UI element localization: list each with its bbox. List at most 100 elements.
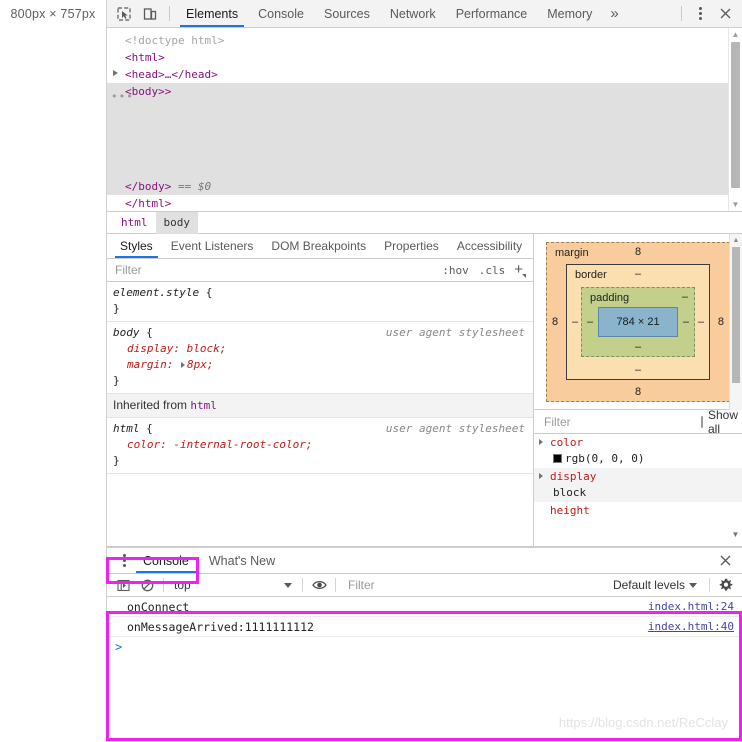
- style-rule-selector[interactable]: element.style: [113, 286, 199, 299]
- node-badge-icon[interactable]: •••: [111, 88, 134, 105]
- styles-filter-input[interactable]: [113, 262, 438, 278]
- margin-bottom-value[interactable]: 8: [635, 386, 641, 398]
- style-prop-value[interactable]: 8px: [187, 358, 207, 371]
- console-sidebar-icon[interactable]: [111, 575, 135, 596]
- head-collapsed-tag: <head>…</head>: [125, 68, 218, 81]
- padding-top-value[interactable]: –: [682, 291, 688, 303]
- border-bottom-value[interactable]: –: [635, 364, 641, 376]
- console-message[interactable]: onMessageArrived:1111111112 index.html:4…: [107, 617, 742, 637]
- console-message-source[interactable]: index.html:24: [648, 600, 734, 613]
- settings-gear-icon[interactable]: [714, 575, 738, 596]
- dom-line-html-open[interactable]: <html>: [107, 49, 728, 66]
- inherited-source[interactable]: html: [190, 399, 217, 412]
- tab-styles[interactable]: Styles: [111, 234, 162, 258]
- scrollbar-thumb[interactable]: [732, 247, 740, 383]
- hov-toggle-button[interactable]: :hov: [437, 264, 474, 277]
- tab-console[interactable]: Console: [248, 0, 314, 27]
- scroll-down-arrow-icon[interactable]: ▼: [729, 198, 742, 211]
- style-rule-selector[interactable]: body: [113, 326, 140, 339]
- more-options-icon[interactable]: [688, 2, 712, 26]
- style-rule-body[interactable]: user agent stylesheet body { display: bl…: [107, 322, 533, 394]
- scroll-up-arrow-icon[interactable]: ▲: [729, 28, 742, 41]
- show-all-label[interactable]: Show all: [708, 408, 738, 436]
- margin-right-value[interactable]: 8: [718, 316, 724, 328]
- new-style-rule-button[interactable]: +: [510, 261, 527, 280]
- tab-dom-breakpoints[interactable]: DOM Breakpoints: [262, 234, 375, 258]
- style-prop-name[interactable]: display: [113, 341, 173, 357]
- style-prop-name[interactable]: margin: [113, 357, 167, 373]
- dom-line-body-close[interactable]: </body> == $0: [107, 178, 728, 195]
- style-prop-value[interactable]: block: [187, 342, 220, 355]
- border-left-value[interactable]: –: [572, 316, 578, 328]
- dom-tree-scrollbar[interactable]: ▲ ▼: [728, 28, 742, 211]
- tab-event-listeners[interactable]: Event Listeners: [162, 234, 263, 258]
- style-declaration[interactable]: display: block;: [113, 341, 527, 357]
- computed-scroll-down-arrow-icon[interactable]: ▼: [729, 522, 742, 546]
- expand-triangle-icon[interactable]: [539, 473, 543, 479]
- expand-triangle-icon[interactable]: [113, 70, 118, 76]
- expand-shorthand-icon[interactable]: [181, 361, 185, 368]
- box-model-scrollbar[interactable]: ▲: [729, 234, 742, 410]
- color-swatch-icon[interactable]: [553, 454, 562, 463]
- console-message-source[interactable]: index.html:40: [648, 620, 734, 633]
- style-declaration[interactable]: color: -internal-root-color;: [113, 437, 527, 453]
- inspect-element-icon[interactable]: [111, 1, 137, 27]
- show-all-checkbox[interactable]: [701, 415, 703, 428]
- style-prop-value[interactable]: -internal-root-color: [173, 438, 305, 451]
- drawer-tab-console[interactable]: Console: [133, 548, 199, 573]
- dom-line-doctype[interactable]: <!doctype html>: [107, 32, 728, 49]
- toolbar-divider-2: [302, 578, 303, 592]
- margin-top-value[interactable]: 8: [635, 246, 641, 258]
- box-model-border[interactable]: border – – – – padding – – – – 784 × 21: [566, 263, 710, 380]
- tab-performance[interactable]: Performance: [446, 0, 538, 27]
- style-rule-selector[interactable]: html: [113, 422, 140, 435]
- device-toolbar-icon[interactable]: [137, 1, 163, 27]
- breadcrumb-item-body[interactable]: body: [155, 211, 198, 234]
- border-right-value[interactable]: –: [698, 316, 704, 328]
- computed-property-color[interactable]: color rgb(0, 0, 0): [534, 434, 742, 468]
- dom-line-head[interactable]: <head>…</head>: [107, 66, 728, 83]
- expand-triangle-icon[interactable]: [539, 439, 543, 445]
- live-expression-icon[interactable]: [307, 575, 331, 596]
- scroll-up-arrow-icon[interactable]: ▲: [730, 234, 742, 246]
- style-rule-html[interactable]: user agent stylesheet html { color: -int…: [107, 418, 533, 474]
- computed-filter-input[interactable]: [542, 413, 701, 430]
- drawer-close-icon[interactable]: [714, 550, 736, 572]
- margin-left-value[interactable]: 8: [552, 316, 558, 328]
- tab-memory[interactable]: Memory: [537, 0, 602, 27]
- drawer-tab-whats-new[interactable]: What's New: [199, 548, 285, 573]
- console-message[interactable]: onConnect index.html:24: [107, 597, 742, 617]
- box-model-content[interactable]: 784 × 21: [598, 306, 678, 337]
- close-icon[interactable]: [712, 2, 738, 26]
- style-rule-element-style[interactable]: element.style { }: [107, 282, 533, 322]
- tab-network[interactable]: Network: [380, 0, 446, 27]
- tab-sources[interactable]: Sources: [314, 0, 380, 27]
- border-top-value[interactable]: –: [635, 268, 641, 280]
- style-declaration[interactable]: margin: 8px;: [113, 357, 527, 373]
- computed-property-height[interactable]: height: [534, 502, 742, 520]
- console-context-select[interactable]: top: [168, 578, 298, 592]
- dom-tree[interactable]: <!doctype html> <html> <head>…</head> ••…: [107, 28, 728, 211]
- padding-bottom-value[interactable]: –: [635, 341, 641, 353]
- scrollbar-thumb[interactable]: [731, 42, 740, 188]
- tab-properties[interactable]: Properties: [375, 234, 448, 258]
- drawer-more-options-icon[interactable]: [115, 550, 133, 572]
- style-prop-name[interactable]: color: [113, 437, 160, 453]
- padding-right-value[interactable]: –: [683, 316, 689, 328]
- dom-line-body-open[interactable]: ••• <body>>: [107, 83, 728, 103]
- tab-elements[interactable]: Elements: [176, 0, 248, 27]
- dom-line-html-close[interactable]: </html>: [107, 195, 728, 211]
- console-output[interactable]: onConnect index.html:24 onMessageArrived…: [107, 597, 742, 733]
- cls-toggle-button[interactable]: .cls: [474, 264, 511, 277]
- tab-accessibility[interactable]: Accessibility: [448, 234, 531, 258]
- box-model-margin[interactable]: margin 8 8 8 8 border – – – – padding – …: [546, 241, 730, 402]
- console-filter-input[interactable]: [340, 577, 605, 593]
- console-levels-select[interactable]: Default levels: [605, 578, 705, 592]
- more-tabs-icon[interactable]: »: [602, 0, 626, 27]
- padding-left-value[interactable]: –: [587, 316, 593, 328]
- breadcrumb-item-html[interactable]: html: [113, 212, 156, 234]
- console-prompt[interactable]: >: [107, 637, 742, 657]
- computed-property-display[interactable]: display block: [534, 468, 742, 502]
- box-model-padding[interactable]: padding – – – – 784 × 21: [581, 286, 695, 357]
- clear-console-icon[interactable]: [135, 575, 159, 596]
